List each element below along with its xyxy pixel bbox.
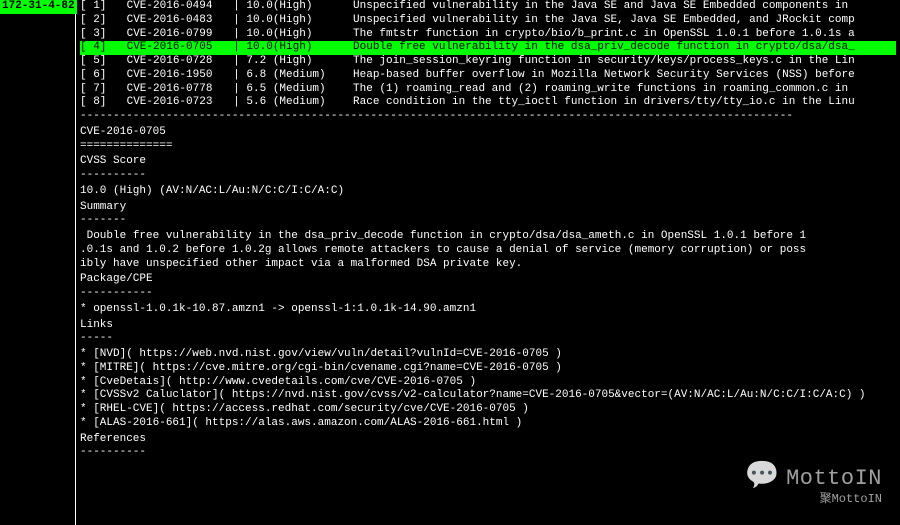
links-label: Links [80,319,896,333]
cvss-label: CVSS Score [80,155,896,169]
cve-heading: CVE-2016-0705 [80,126,896,140]
link-line: * [CVSSv2 Caluclator]( https://nvd.nist.… [80,389,896,403]
underline: ----------- [80,287,896,301]
right-pane[interactable]: [ 1] CVE-2016-0494 | 10.0(High) Unspecif… [76,0,900,525]
links-list: * [NVD]( https://web.nvd.nist.gov/view/v… [80,348,896,431]
cve-row[interactable]: [ 6] CVE-2016-1950 | 6.8 (Medium) Heap-b… [80,69,896,83]
underline: ----- [80,332,896,346]
underline: ---------- [80,446,896,460]
link-line: * [NVD]( https://web.nvd.nist.gov/view/v… [80,348,896,362]
underline: ============== [80,140,896,154]
cve-row[interactable]: [ 7] CVE-2016-0778 | 6.5 (Medium) The (1… [80,83,896,97]
split-panes: [ 1] CVE-2016-0494 | 10.0(High) Unspecif… [0,0,900,525]
cve-row[interactable]: [ 5] CVE-2016-0728 | 7.2 (High) The join… [80,55,896,69]
underline: ------- [80,214,896,228]
summary-body: Double free vulnerability in the dsa_pri… [80,230,896,271]
link-line: * [RHEL-CVE]( https://access.redhat.com/… [80,403,896,417]
package-label: Package/CPE [80,273,896,287]
cvss-value: 10.0 (High) (AV:N/AC:L/Au:N/C:C/I:C/A:C) [80,185,896,199]
package-value: * openssl-1.0.1k-10.87.amzn1 -> openssl-… [80,303,896,317]
cve-row[interactable]: [ 3] CVE-2016-0799 | 10.0(High) The fmts… [80,28,896,42]
link-line: * [ALAS-2016-661]( https://alas.aws.amaz… [80,417,896,431]
underline: ---------- [80,169,896,183]
link-line: * [CveDetais]( http://www.cvedetails.com… [80,376,896,390]
cve-row[interactable]: [ 8] CVE-2016-0723 | 5.6 (Medium) Race c… [80,96,896,110]
hostname-badge: 172-31-4-82 [0,0,77,14]
cve-row[interactable]: [ 4] CVE-2016-0705 | 10.0(High) Double f… [80,41,896,55]
cve-row[interactable]: [ 1] CVE-2016-0494 | 10.0(High) Unspecif… [80,0,896,14]
references-label: References [80,433,896,447]
cve-list[interactable]: [ 1] CVE-2016-0494 | 10.0(High) Unspecif… [80,0,896,110]
divider: ----------------------------------------… [80,110,896,124]
left-pane [0,0,76,525]
terminal-window: { "host": "172-31-4-82", "rows": [ {"idx… [0,0,900,525]
link-line: * [MITRE]( https://cve.mitre.org/cgi-bin… [80,362,896,376]
cve-row[interactable]: [ 2] CVE-2016-0483 | 10.0(High) Unspecif… [80,14,896,28]
summary-label: Summary [80,201,896,215]
